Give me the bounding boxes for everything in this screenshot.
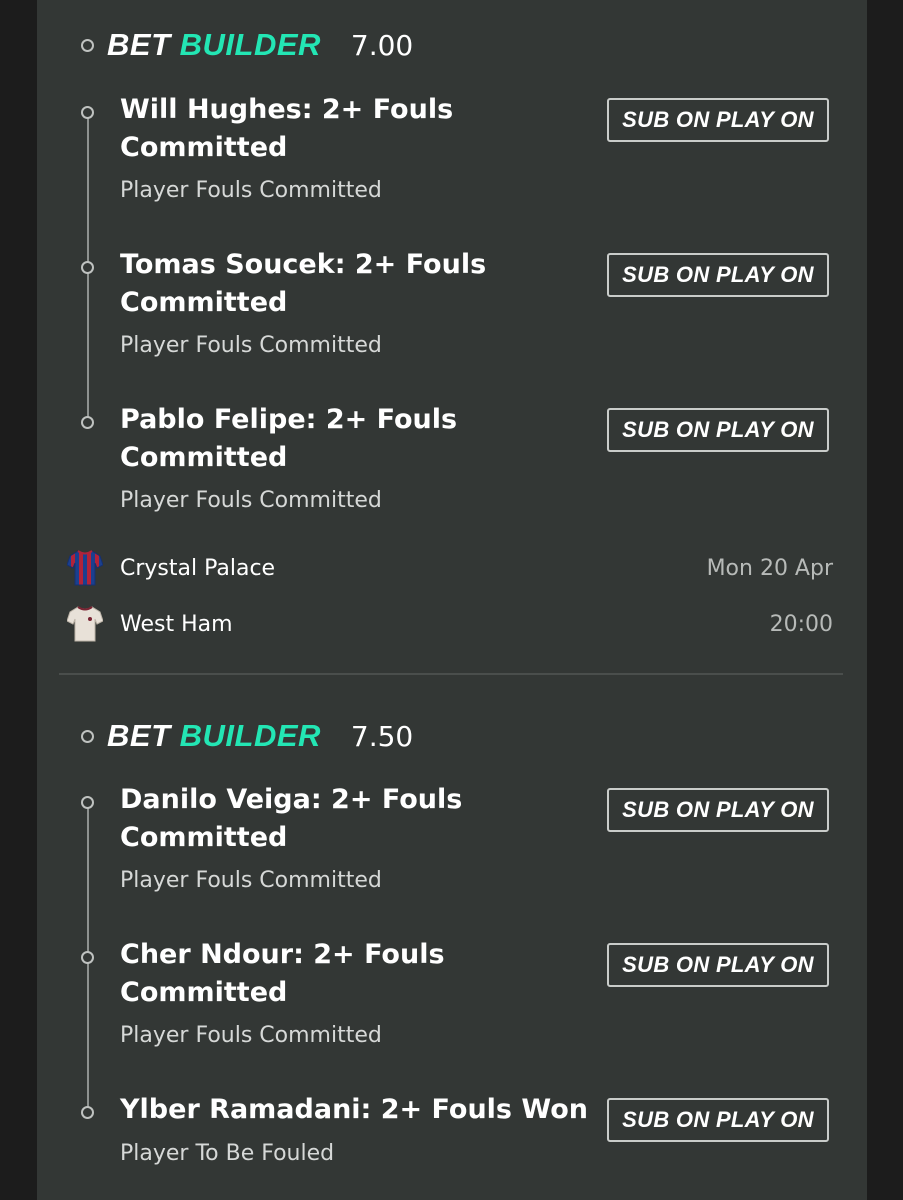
bet-builder-title: BET BUILDER — [107, 27, 321, 62]
selection-ring-icon — [81, 416, 94, 429]
selection-ring-icon — [81, 796, 94, 809]
sub-on-play-on-button[interactable]: SUB ON PLAY ON — [607, 408, 829, 452]
selection-title: Tomas Soucek: 2+ Fouls Committed — [120, 249, 487, 318]
selection-market: Player Fouls Committed — [120, 488, 382, 513]
bet-builder-odds: 7.00 — [350, 28, 414, 62]
bet-builder-header: BET BUILDER 7.00 — [107, 20, 413, 70]
selection-title: Will Hughes: 2+ Fouls Committed — [120, 94, 454, 163]
selection-market: Player Fouls Committed — [120, 333, 382, 358]
match-home-row: Crystal Palace Mon 20 Apr — [67, 548, 833, 588]
selection-market: Player Fouls Committed — [120, 868, 382, 893]
sub-on-play-on-button[interactable]: SUB ON PLAY ON — [607, 253, 829, 297]
selection-ring-icon — [81, 261, 94, 274]
match-date: Mon 20 Apr — [706, 555, 833, 581]
selection-ring-icon — [81, 106, 94, 119]
home-team-name: Crystal Palace — [120, 555, 276, 581]
sub-on-play-on-button[interactable]: SUB ON PLAY ON — [607, 98, 829, 142]
selection-title: Danilo Veiga: 2+ Fouls Committed — [120, 784, 463, 853]
sub-on-play-on-button[interactable]: SUB ON PLAY ON — [607, 788, 829, 832]
bet-builder-ring-icon — [81, 730, 94, 743]
selection-ring-icon — [81, 951, 94, 964]
sub-on-play-on-button[interactable]: SUB ON PLAY ON — [607, 1098, 829, 1142]
bet-list-panel: BET BUILDER 7.00 Will Hughes: 2+ Fouls C… — [37, 0, 867, 1200]
match-away-row: West Ham 20:00 — [67, 604, 833, 644]
bet-builder-odds: 7.50 — [350, 719, 414, 753]
selection-market: Player Fouls Committed — [120, 178, 382, 203]
west-ham-shirt-icon — [67, 606, 103, 642]
bet-builder-header: BET BUILDER 7.50 — [107, 711, 413, 761]
selection-title: Ylber Ramadani: 2+ Fouls Won — [120, 1094, 588, 1125]
selection-ring-icon — [81, 1106, 94, 1119]
group-divider — [59, 673, 843, 675]
sub-on-play-on-button[interactable]: SUB ON PLAY ON — [607, 943, 829, 987]
away-team-name: West Ham — [120, 611, 233, 637]
selection-title: Cher Ndour: 2+ Fouls Committed — [120, 939, 445, 1008]
selection-market: Player Fouls Committed — [120, 1023, 382, 1048]
match-time: 20:00 — [769, 611, 833, 637]
selection-title: Pablo Felipe: 2+ Fouls Committed — [120, 404, 458, 473]
bet-builder-title: BET BUILDER — [107, 718, 321, 753]
crystal-palace-shirt-icon — [67, 550, 103, 586]
selection-market: Player To Be Fouled — [120, 1141, 335, 1166]
bet-builder-ring-icon — [81, 39, 94, 52]
